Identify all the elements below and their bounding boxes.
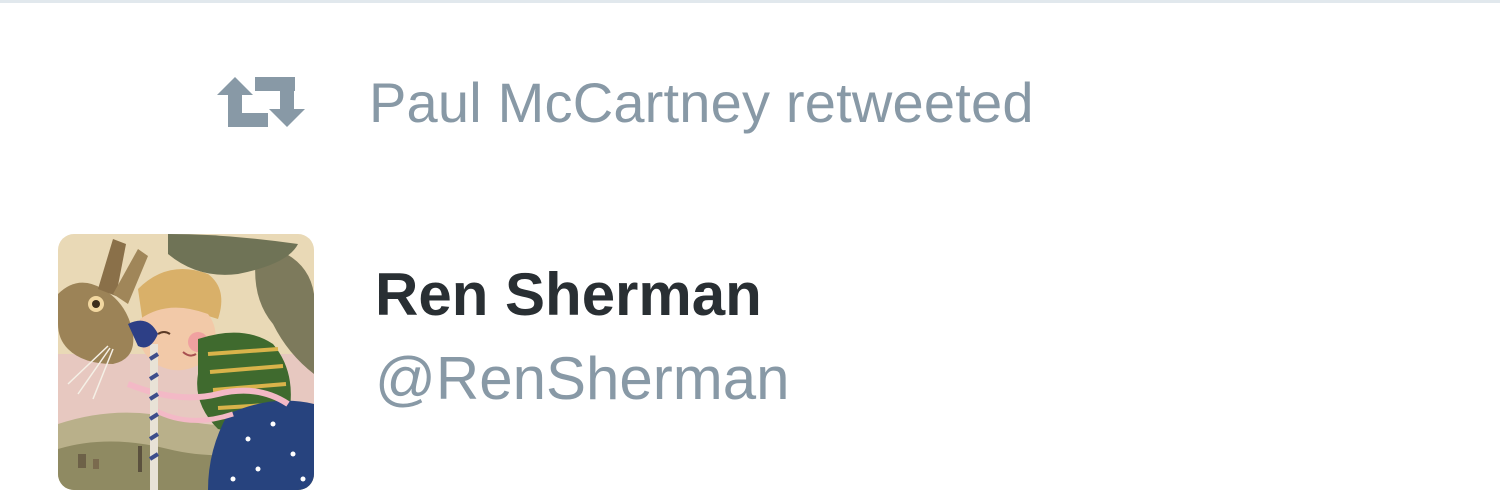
avatar[interactable] <box>58 234 314 490</box>
retweet-label: Paul McCartney retweeted <box>369 70 1034 134</box>
retweet-context[interactable]: Paul McCartney retweeted <box>215 62 1034 142</box>
username[interactable]: @RenSherman <box>375 339 789 419</box>
avatar-illustration <box>58 234 314 490</box>
user-block[interactable]: Ren Sherman @RenSherman <box>375 255 789 419</box>
top-divider <box>0 0 1500 3</box>
display-name[interactable]: Ren Sherman <box>375 255 789 335</box>
tweet-card: Paul McCartney retweeted Ren Sherman @Re… <box>0 0 1500 499</box>
retweet-icon <box>217 77 305 127</box>
